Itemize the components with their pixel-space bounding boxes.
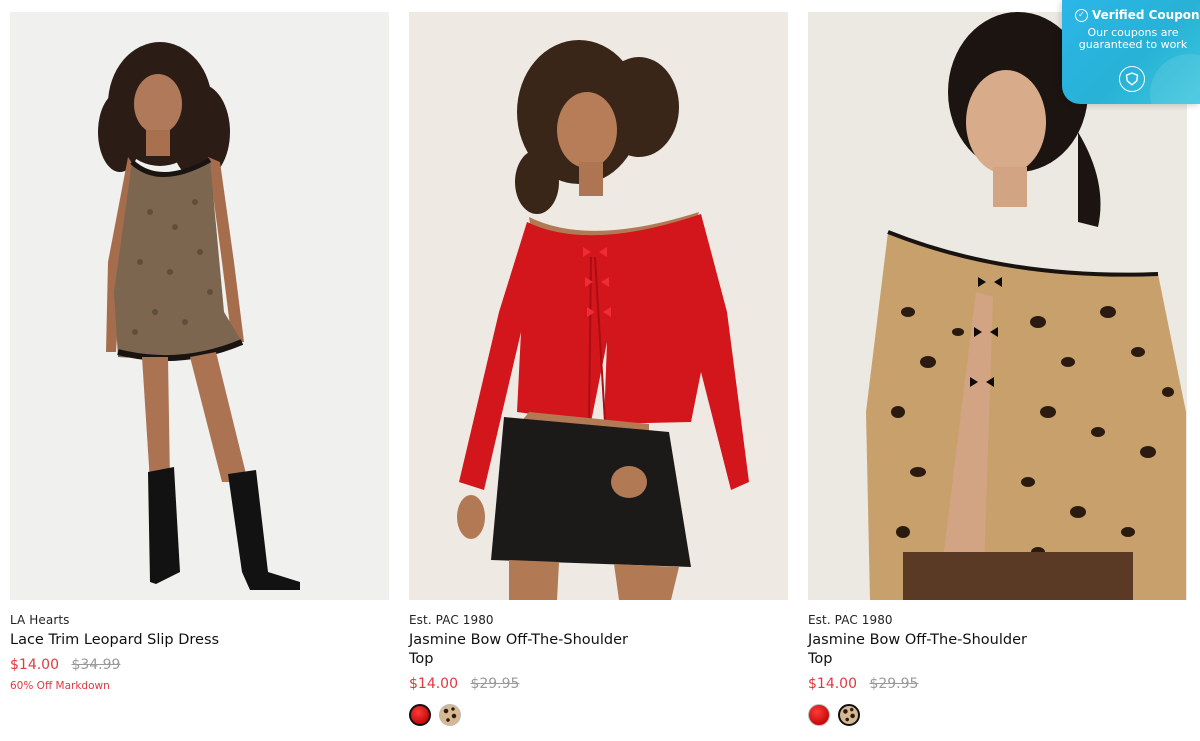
product-brand: Est. PAC 1980 <box>808 613 893 627</box>
product-card[interactable]: LA Hearts Lace Trim Leopard Slip Dress $… <box>10 12 389 726</box>
original-price: $34.99 <box>71 657 121 673</box>
product-title[interactable]: Lace Trim Leopard Slip Dress <box>10 631 250 650</box>
check-icon: ✓ <box>1075 8 1088 22</box>
sale-price: $14.00 <box>409 676 458 692</box>
swatch-leopard[interactable] <box>838 704 860 726</box>
product-brand: LA Hearts <box>10 613 70 627</box>
coupon-header: ✓ Verified Coupon <box>1075 8 1200 22</box>
color-swatches <box>409 704 788 726</box>
swatch-red[interactable] <box>409 704 431 726</box>
coupon-subtitle: Our coupons are guaranteed to work <box>1078 26 1188 51</box>
swatch-red[interactable] <box>808 704 830 726</box>
price-row: $14.00 $34.99 <box>10 656 389 674</box>
price-row: $14.00 $29.95 <box>808 675 1187 693</box>
swatch-leopard[interactable] <box>439 704 461 726</box>
product-card[interactable]: Est. PAC 1980 Jasmine Bow Off-The-Should… <box>409 12 788 726</box>
color-swatches <box>808 704 1187 726</box>
product-image[interactable] <box>409 12 788 600</box>
product-brand: Est. PAC 1980 <box>409 613 494 627</box>
product-grid: LA Hearts Lace Trim Leopard Slip Dress $… <box>10 12 1188 726</box>
product-image[interactable] <box>10 12 389 600</box>
markdown-badge: 60% Off Markdown <box>10 680 110 692</box>
shield-icon[interactable] <box>1119 66 1145 92</box>
original-price: $29.95 <box>869 676 919 692</box>
product-title[interactable]: Jasmine Bow Off-The-Shoulder Top <box>808 631 1048 669</box>
sale-price: $14.00 <box>808 676 857 692</box>
product-card[interactable]: Est. PAC 1980 Jasmine Bow Off-The-Should… <box>808 12 1187 726</box>
price-row: $14.00 $29.95 <box>409 675 788 693</box>
original-price: $29.95 <box>470 676 520 692</box>
product-title[interactable]: Jasmine Bow Off-The-Shoulder Top <box>409 631 649 669</box>
sale-price: $14.00 <box>10 657 59 673</box>
verified-coupon-popover[interactable]: ✓ Verified Coupon Our coupons are guaran… <box>1062 0 1200 104</box>
coupon-title: Verified Coupon <box>1092 8 1200 22</box>
